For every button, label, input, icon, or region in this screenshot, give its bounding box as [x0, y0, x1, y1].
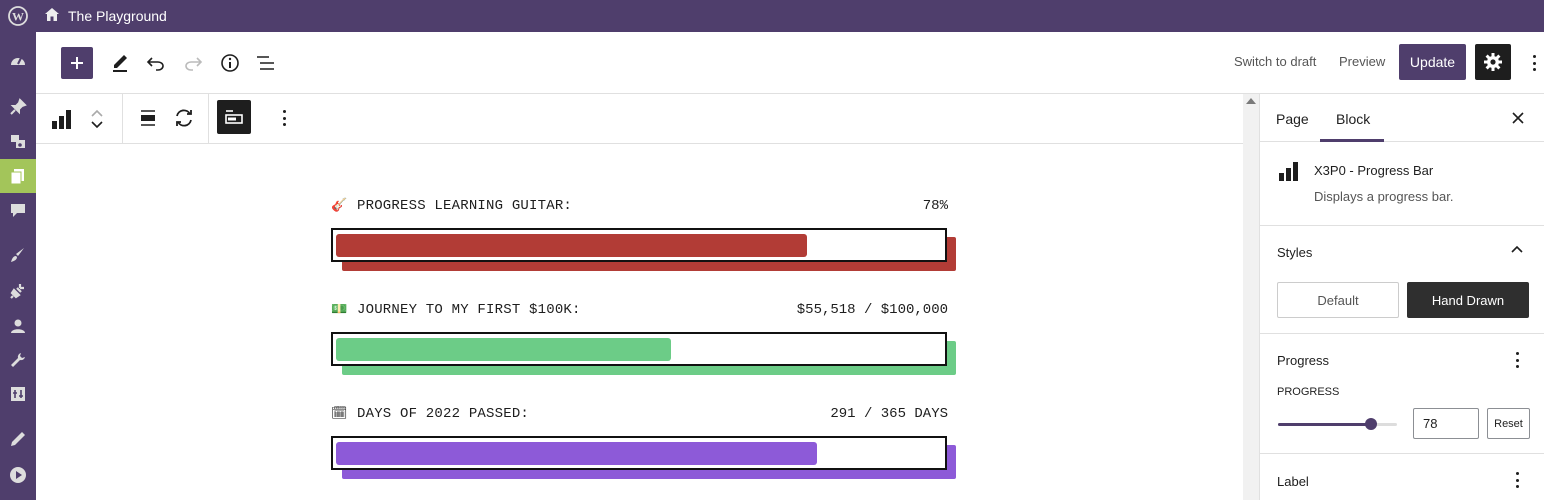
progress-label: 🎸 PROGRESS LEARNING GUITAR: [331, 198, 572, 214]
progress-value: $55,518 / $100,000 [796, 302, 948, 318]
progress-number-input[interactable]: 78 [1413, 408, 1479, 439]
bar-chart-icon [52, 110, 71, 129]
block-options-button[interactable] [282, 110, 286, 126]
money-icon: 💵 [331, 302, 348, 317]
block-toolbar [36, 94, 1243, 144]
more-options-button[interactable] [1532, 55, 1536, 71]
reset-button[interactable]: Reset [1487, 408, 1530, 439]
add-block-button[interactable] [61, 47, 93, 79]
scrollbar[interactable] [1243, 94, 1259, 500]
dashboard-icon[interactable] [0, 44, 36, 78]
close-sidebar-button[interactable] [1508, 108, 1528, 128]
media-icon[interactable] [0, 124, 36, 158]
tools-wrench-icon[interactable] [0, 343, 36, 377]
pencil-icon [113, 55, 127, 72]
guitar-icon: 🎸 [331, 198, 348, 213]
progress-value: 291 / 365 DAYS [830, 406, 948, 422]
settings-sidebar: Page Block X3P0 - Progress Bar Displays … [1259, 94, 1544, 500]
progress-label: 💵 JOURNEY TO MY FIRST $100K: [331, 302, 581, 318]
style-default-button[interactable]: Default [1277, 282, 1399, 318]
progress-label-text: PROGRESS LEARNING GUITAR: [357, 198, 573, 214]
label-panel: Label [1260, 454, 1544, 500]
calendar-icon: 🗓 [331, 406, 348, 421]
tab-page[interactable]: Page [1276, 111, 1309, 127]
appearance-brush-icon[interactable] [0, 238, 36, 272]
close-icon [1512, 112, 1524, 124]
progress-label: 🗓 DAYS OF 2022 PASSED: [331, 406, 529, 422]
wordpress-logo-icon[interactable]: W [0, 0, 36, 32]
bar-chart-icon [1276, 159, 1300, 183]
toolbar-divider [208, 94, 209, 144]
redo-button[interactable] [181, 51, 205, 75]
comments-icon[interactable] [0, 193, 36, 227]
preview-link[interactable]: Preview [1339, 54, 1385, 69]
transform-button[interactable] [172, 106, 196, 130]
block-type-button[interactable] [48, 106, 74, 132]
progress-heading: Progress [1277, 353, 1330, 368]
pages-icon[interactable] [0, 159, 36, 193]
admin-menu [0, 32, 36, 500]
play-circle-icon[interactable] [0, 458, 36, 492]
rotate-icon [176, 109, 192, 127]
chevron-down-icon[interactable] [90, 121, 104, 129]
home-icon [44, 7, 60, 25]
gear-icon [1484, 53, 1502, 71]
move-block-buttons[interactable] [87, 102, 107, 136]
block-title: X3P0 - Progress Bar [1314, 163, 1434, 178]
bar-fill [336, 338, 671, 361]
posts-pin-icon[interactable] [0, 90, 36, 124]
switch-to-draft-link[interactable]: Switch to draft [1234, 54, 1316, 69]
info-icon [221, 54, 239, 72]
update-button[interactable]: Update [1399, 44, 1466, 80]
progress-label-text: DAYS OF 2022 PASSED: [357, 406, 530, 422]
bar-fill [336, 234, 807, 257]
progress-slider[interactable] [1278, 418, 1397, 430]
style-hand-drawn-button[interactable]: Hand Drawn [1407, 282, 1529, 318]
toolbar-divider [122, 94, 123, 144]
list-view-button[interactable] [254, 51, 278, 75]
bar-fill [336, 442, 817, 465]
styles-heading[interactable]: Styles [1277, 245, 1312, 260]
undo-icon [146, 57, 164, 71]
block-card: X3P0 - Progress Bar Displays a progress … [1260, 142, 1544, 226]
admin-bar: W The Playground [0, 0, 1544, 32]
progress-label-text: JOURNEY TO MY FIRST $100K: [357, 302, 581, 318]
slider-thumb[interactable] [1365, 418, 1377, 430]
pencil-plugin-icon[interactable] [0, 422, 36, 456]
details-button[interactable] [218, 51, 242, 75]
settings-sliders-icon[interactable] [0, 377, 36, 411]
redo-icon [185, 57, 203, 71]
sidebar-tabs: Page Block [1260, 94, 1544, 142]
chevron-up-icon[interactable] [1511, 245, 1523, 253]
align-wide-icon [141, 110, 155, 126]
editor-header: Switch to draft Preview Update [36, 32, 1544, 94]
list-view-icon [257, 56, 274, 70]
progress-value: 78% [922, 198, 948, 214]
site-name: The Playground [68, 8, 167, 24]
svg-text:W: W [12, 10, 24, 24]
progress-control-label: PROGRESS [1277, 386, 1340, 398]
progress-options-button[interactable] [1515, 352, 1519, 368]
progress-bar-icon [225, 110, 243, 124]
undo-button[interactable] [144, 51, 168, 75]
edit-pencil-button[interactable] [108, 51, 132, 75]
settings-button[interactable] [1475, 44, 1511, 80]
style-toggle-button[interactable] [217, 100, 251, 134]
chevron-up-icon[interactable] [90, 109, 104, 117]
slider-fill [1278, 423, 1371, 426]
block-description: Displays a progress bar. [1314, 189, 1454, 204]
label-heading: Label [1277, 474, 1309, 489]
plugins-icon[interactable] [0, 274, 36, 308]
scroll-up-arrow-icon[interactable] [1246, 98, 1256, 104]
users-icon[interactable] [0, 309, 36, 343]
site-name-link[interactable]: The Playground [44, 7, 167, 25]
tab-block[interactable]: Block [1336, 111, 1370, 127]
plus-icon [71, 57, 83, 69]
label-options-button[interactable] [1515, 472, 1519, 488]
align-button[interactable] [136, 106, 160, 130]
